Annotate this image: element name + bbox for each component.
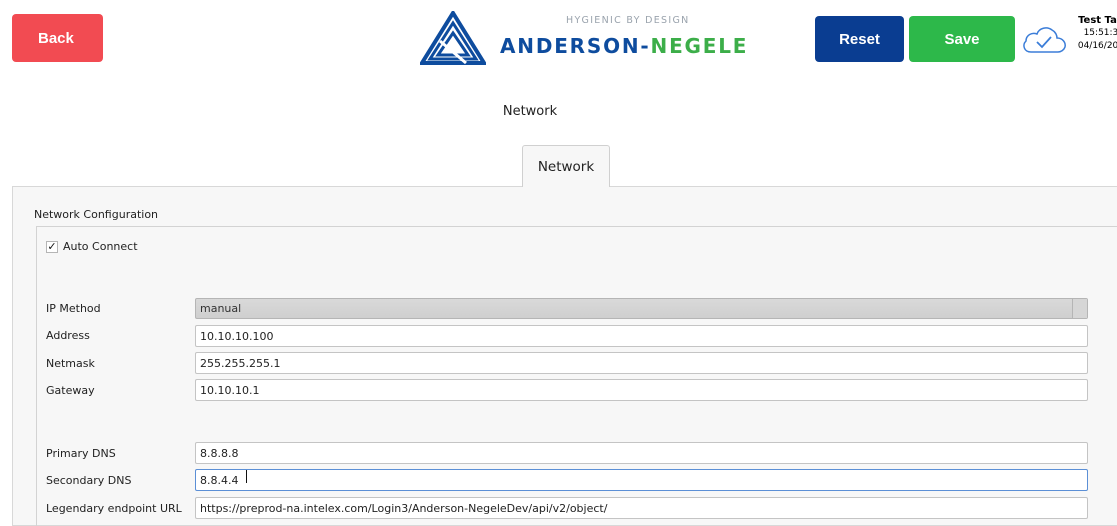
netmask-label: Netmask xyxy=(46,357,95,370)
tab-network[interactable]: Network xyxy=(522,145,610,187)
address-label: Address xyxy=(46,329,90,342)
section-title: Network Configuration xyxy=(34,208,159,221)
tag-status-info: Test Tag 15:51:33 04/16/202 xyxy=(1064,14,1117,53)
reset-button[interactable]: Reset xyxy=(815,16,904,62)
secondary-dns-label: Secondary DNS xyxy=(46,474,132,487)
primary-dns-input[interactable] xyxy=(195,442,1088,464)
secondary-dns-input[interactable] xyxy=(195,469,1088,491)
anderson-negele-triangle-logo-icon xyxy=(420,11,486,65)
ip-method-select[interactable]: manual xyxy=(195,298,1088,319)
brand-name: ANDERSON-NEGELE xyxy=(500,34,748,58)
ip-method-value: manual xyxy=(200,302,242,315)
brand-logo: HYGIENIC BY DESIGN ANDERSON-NEGELE xyxy=(420,8,746,68)
tag-time: 15:51:33 xyxy=(1083,28,1117,38)
gateway-input[interactable] xyxy=(195,379,1088,401)
text-cursor xyxy=(246,470,247,483)
endpoint-url-label: Legendary endpoint URL xyxy=(46,502,182,515)
brand-name-part1: ANDERSON- xyxy=(500,34,651,58)
address-input[interactable] xyxy=(195,325,1088,347)
auto-connect-label: Auto Connect xyxy=(63,240,138,253)
save-button[interactable]: Save xyxy=(909,16,1015,62)
ip-method-label: IP Method xyxy=(46,302,101,315)
cloud-check-icon xyxy=(1023,27,1066,53)
page-title: Network xyxy=(502,104,558,119)
auto-connect-checkbox[interactable]: ✓ xyxy=(46,240,58,253)
endpoint-url-input[interactable] xyxy=(195,497,1088,519)
primary-dns-label: Primary DNS xyxy=(46,447,116,460)
back-button[interactable]: Back xyxy=(12,14,103,62)
netmask-input[interactable] xyxy=(195,352,1088,374)
gateway-label: Gateway xyxy=(46,384,95,397)
auto-connect-row[interactable]: ✓ Auto Connect xyxy=(46,240,138,253)
brand-name-part2: NEGELE xyxy=(650,34,749,58)
dropdown-arrow-icon[interactable] xyxy=(1072,299,1087,318)
brand-tagline: HYGIENIC BY DESIGN xyxy=(566,15,690,26)
tag-name: Test Tag xyxy=(1078,15,1117,26)
tag-date: 04/16/202 xyxy=(1077,41,1117,51)
header-bar: Back HYGIENIC BY DESIGN ANDERSON-NEGELE … xyxy=(0,0,1117,78)
